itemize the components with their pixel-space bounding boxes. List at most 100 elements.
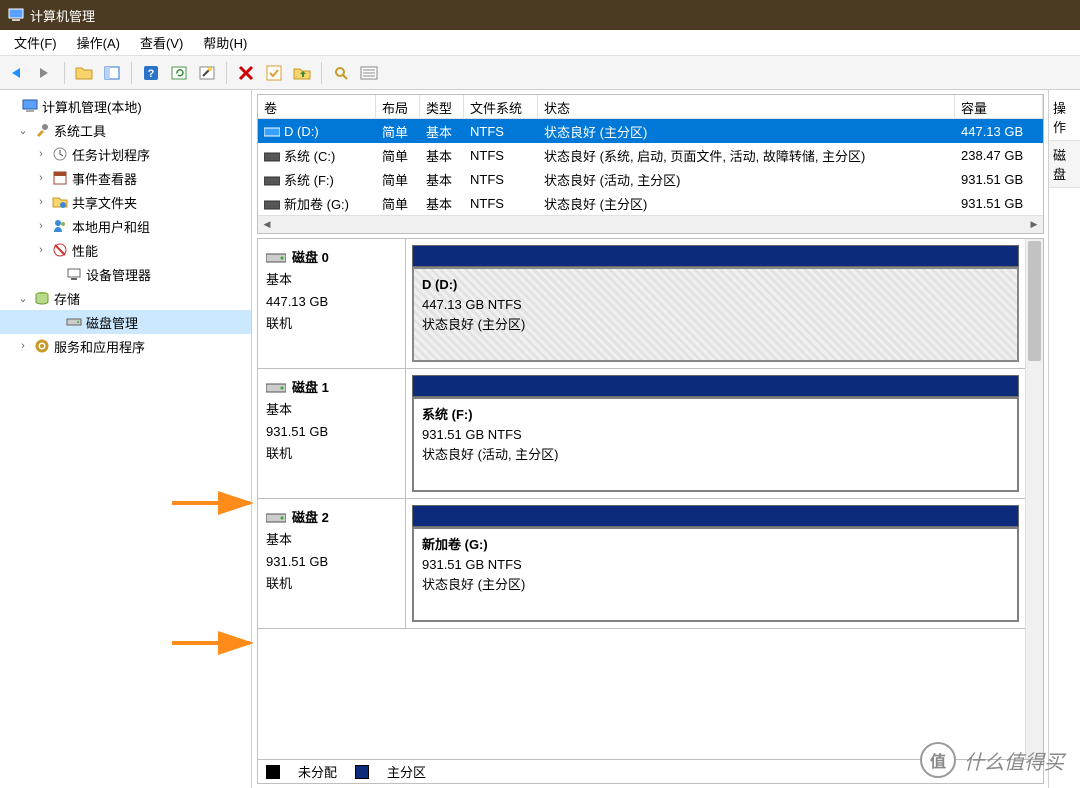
chevron-down-icon[interactable]: ⌄ <box>16 292 30 305</box>
drive-icon <box>264 151 280 163</box>
scroll-left-button[interactable]: ◀ <box>258 216 276 234</box>
col-layout[interactable]: 布局 <box>376 95 420 118</box>
drive-icon <box>264 175 280 187</box>
volume-type: 基本 <box>420 192 464 215</box>
actions-row[interactable]: 磁盘 <box>1049 140 1080 188</box>
svg-text:?: ? <box>148 68 155 80</box>
forward-button[interactable] <box>32 60 58 86</box>
volume-fs: NTFS <box>464 194 538 213</box>
volume-status: 状态良好 (系统, 启动, 页面文件, 活动, 故障转储, 主分区) <box>538 144 955 167</box>
volume-list-panel: 卷 布局 类型 文件系统 状态 容量 D (D:)简单基本NTFS状态良好 (主… <box>257 94 1044 234</box>
legend-label-unallocated: 未分配 <box>298 762 337 781</box>
nav-tree[interactable]: 计算机管理(本地) ⌄ 系统工具 › 任务计划程序 › 事件查看器 › 共享文件… <box>0 90 252 788</box>
drive-icon <box>264 199 280 211</box>
wand-icon <box>198 65 216 81</box>
partition-block[interactable]: D (D:)447.13 GB NTFS状态良好 (主分区) <box>412 267 1019 362</box>
disk-name: 磁盘 2 <box>292 507 329 529</box>
volume-capacity: 931.51 GB <box>955 170 1043 189</box>
volume-type: 基本 <box>420 144 464 167</box>
disk-state: 联机 <box>266 573 397 595</box>
partition-title: D (D:) <box>422 275 1009 295</box>
refresh-button[interactable] <box>166 60 192 86</box>
vertical-scrollbar[interactable] <box>1025 239 1043 763</box>
tree-taskscheduler[interactable]: › 任务计划程序 <box>0 142 251 166</box>
volume-capacity: 931.51 GB <box>955 194 1043 213</box>
volume-name: 系统 (C:) <box>284 149 335 164</box>
volume-table-body[interactable]: D (D:)简单基本NTFS状态良好 (主分区)447.13 GB 系统 (C:)… <box>258 119 1043 215</box>
col-type[interactable]: 类型 <box>420 95 464 118</box>
disk-icon <box>266 512 286 524</box>
chevron-right-icon[interactable]: › <box>34 196 48 208</box>
back-button[interactable] <box>4 60 30 86</box>
tree-storage[interactable]: ⌄ 存储 <box>0 286 251 310</box>
tree-root[interactable]: 计算机管理(本地) <box>0 94 251 118</box>
chevron-right-icon[interactable]: › <box>16 340 30 352</box>
menu-action[interactable]: 操作(A) <box>67 30 130 55</box>
delete-button[interactable] <box>233 60 259 86</box>
legend: 未分配 主分区 <box>258 759 1043 783</box>
disk-layout-panel: 磁盘 0基本447.13 GB联机D (D:)447.13 GB NTFS状态良… <box>257 238 1044 784</box>
disk-row[interactable]: 磁盘 1基本931.51 GB联机系统 (F:)931.51 GB NTFS状态… <box>258 369 1025 499</box>
scroll-right-button[interactable]: ▶ <box>1025 216 1043 234</box>
scrollbar-thumb[interactable] <box>1028 241 1041 361</box>
volume-layout: 简单 <box>376 144 420 167</box>
tree-localusers[interactable]: › 本地用户和组 <box>0 214 251 238</box>
menu-file[interactable]: 文件(F) <box>4 30 67 55</box>
list-button[interactable] <box>356 60 382 86</box>
disk-info: 磁盘 1基本931.51 GB联机 <box>258 369 406 498</box>
folder-up-icon <box>293 65 311 81</box>
disk-row[interactable]: 磁盘 0基本447.13 GB联机D (D:)447.13 GB NTFS状态良… <box>258 239 1025 369</box>
users-icon <box>52 218 68 234</box>
chevron-down-icon[interactable]: ⌄ <box>16 124 30 137</box>
partition-status: 状态良好 (主分区) <box>422 315 1009 335</box>
shared-folder-icon <box>52 194 68 210</box>
disk-info: 磁盘 2基本931.51 GB联机 <box>258 499 406 628</box>
disk-type: 基本 <box>266 529 397 551</box>
panel-button[interactable] <box>99 60 125 86</box>
search-button[interactable] <box>328 60 354 86</box>
volume-row[interactable]: D (D:)简单基本NTFS状态良好 (主分区)447.13 GB <box>258 119 1043 143</box>
help-button[interactable]: ? <box>138 60 164 86</box>
partition-size: 931.51 GB NTFS <box>422 425 1009 445</box>
col-capacity[interactable]: 容量 <box>955 95 1043 118</box>
chevron-right-icon[interactable]: › <box>34 148 48 160</box>
tree-sharedfolders[interactable]: › 共享文件夹 <box>0 190 251 214</box>
horizontal-scrollbar[interactable]: ◀ ▶ <box>258 215 1043 233</box>
menu-view[interactable]: 查看(V) <box>130 30 193 55</box>
col-volume[interactable]: 卷 <box>258 95 376 118</box>
wizard-button[interactable] <box>194 60 220 86</box>
folder-up-button[interactable] <box>289 60 315 86</box>
actions-pane: 操作 磁盘 <box>1048 90 1080 788</box>
window-title: 计算机管理 <box>30 6 95 25</box>
partition-block[interactable]: 新加卷 (G:)931.51 GB NTFS状态良好 (主分区) <box>412 527 1019 622</box>
tree-eventviewer[interactable]: › 事件查看器 <box>0 166 251 190</box>
volume-row[interactable]: 系统 (C:)简单基本NTFS状态良好 (系统, 启动, 页面文件, 活动, 故… <box>258 143 1043 167</box>
disk-size: 447.13 GB <box>266 291 397 313</box>
disk-state: 联机 <box>266 443 397 465</box>
tree-diskmgmt[interactable]: 磁盘管理 <box>0 310 251 334</box>
explorer-button[interactable] <box>71 60 97 86</box>
tree-devicemgr[interactable]: 设备管理器 <box>0 262 251 286</box>
col-status[interactable]: 状态 <box>538 95 955 118</box>
help-icon: ? <box>142 64 160 82</box>
check-icon <box>266 65 282 81</box>
arrow-left-icon <box>8 66 26 80</box>
col-filesystem[interactable]: 文件系统 <box>464 95 538 118</box>
chevron-right-icon[interactable]: › <box>34 244 48 256</box>
partition-block[interactable]: 系统 (F:)931.51 GB NTFS状态良好 (活动, 主分区) <box>412 397 1019 492</box>
tools-icon <box>34 122 50 138</box>
volume-row[interactable]: 新加卷 (G:)简单基本NTFS状态良好 (主分区)931.51 GB <box>258 191 1043 215</box>
disk-row[interactable]: 磁盘 2基本931.51 GB联机新加卷 (G:)931.51 GB NTFS状… <box>258 499 1025 629</box>
tree-performance[interactable]: › 性能 <box>0 238 251 262</box>
menu-help[interactable]: 帮助(H) <box>193 30 257 55</box>
tree-services[interactable]: › 服务和应用程序 <box>0 334 251 358</box>
volume-row[interactable]: 系统 (F:)简单基本NTFS状态良好 (活动, 主分区)931.51 GB <box>258 167 1043 191</box>
performance-icon <box>52 242 68 258</box>
chevron-right-icon[interactable]: › <box>34 220 48 232</box>
disk-size: 931.51 GB <box>266 551 397 573</box>
drive-icon <box>264 126 280 138</box>
tree-systools[interactable]: ⌄ 系统工具 <box>0 118 251 142</box>
disk-icon <box>266 382 286 394</box>
chevron-right-icon[interactable]: › <box>34 172 48 184</box>
check-button[interactable] <box>261 60 287 86</box>
